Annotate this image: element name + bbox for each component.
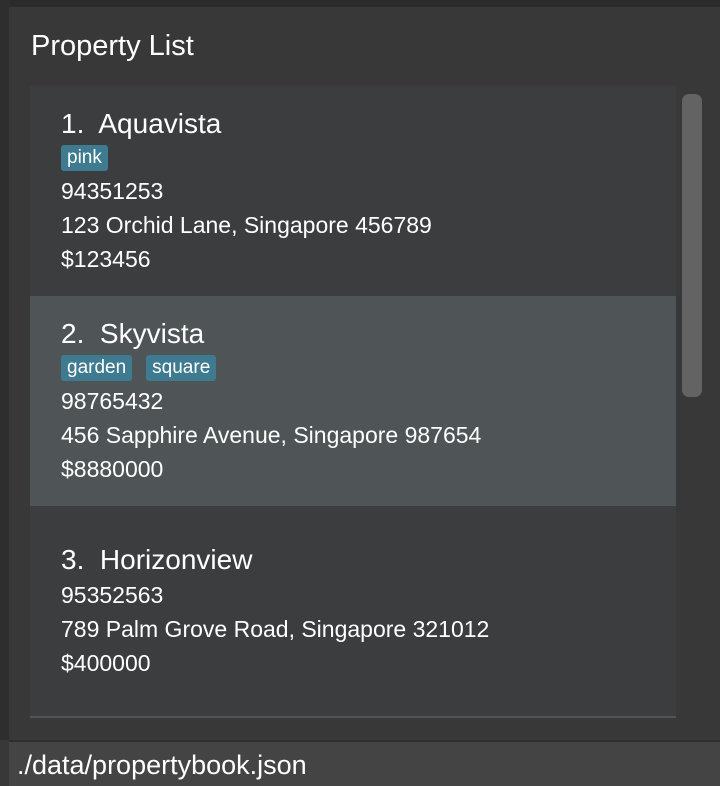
- property-phone: 94351253: [61, 178, 164, 204]
- top-bar: [0, 0, 720, 7]
- tag: garden: [61, 355, 133, 381]
- property-address: 789 Palm Grove Road, Singapore 321012: [61, 616, 490, 642]
- property-price: $123456: [61, 246, 151, 272]
- property-name: 2. Skyvista: [61, 318, 205, 349]
- scrollbar-thumb[interactable]: [682, 94, 702, 397]
- tag: pink: [61, 145, 108, 171]
- property-phone: 95352563: [61, 582, 164, 608]
- property-price: $8880000: [61, 456, 164, 482]
- property-address: 456 Sapphire Avenue, Singapore 987654: [61, 422, 482, 448]
- status-bar-file-path: ./data/propertybook.json: [9, 740, 720, 786]
- property-list[interactable]: 1. Aquavista pink 94351253 123 Orchid La…: [30, 86, 676, 718]
- property-address: 123 Orchid Lane, Singapore 456789: [61, 212, 432, 238]
- property-card-selected[interactable]: 2. Skyvista garden square 98765432 456 Sa…: [30, 296, 676, 506]
- left-border: [0, 0, 9, 740]
- property-name: 3. Horizonview: [61, 544, 253, 575]
- property-name: 1. Aquavista: [61, 108, 222, 139]
- property-card[interactable]: 1. Aquavista pink 94351253 123 Orchid La…: [30, 86, 676, 296]
- property-card[interactable]: 3. Horizonview 95352563 789 Palm Grove R…: [30, 506, 676, 716]
- tag: square: [146, 355, 217, 381]
- property-phone: 98765432: [61, 388, 164, 414]
- panel-title: Property List: [31, 30, 194, 62]
- property-price: $400000: [61, 650, 151, 676]
